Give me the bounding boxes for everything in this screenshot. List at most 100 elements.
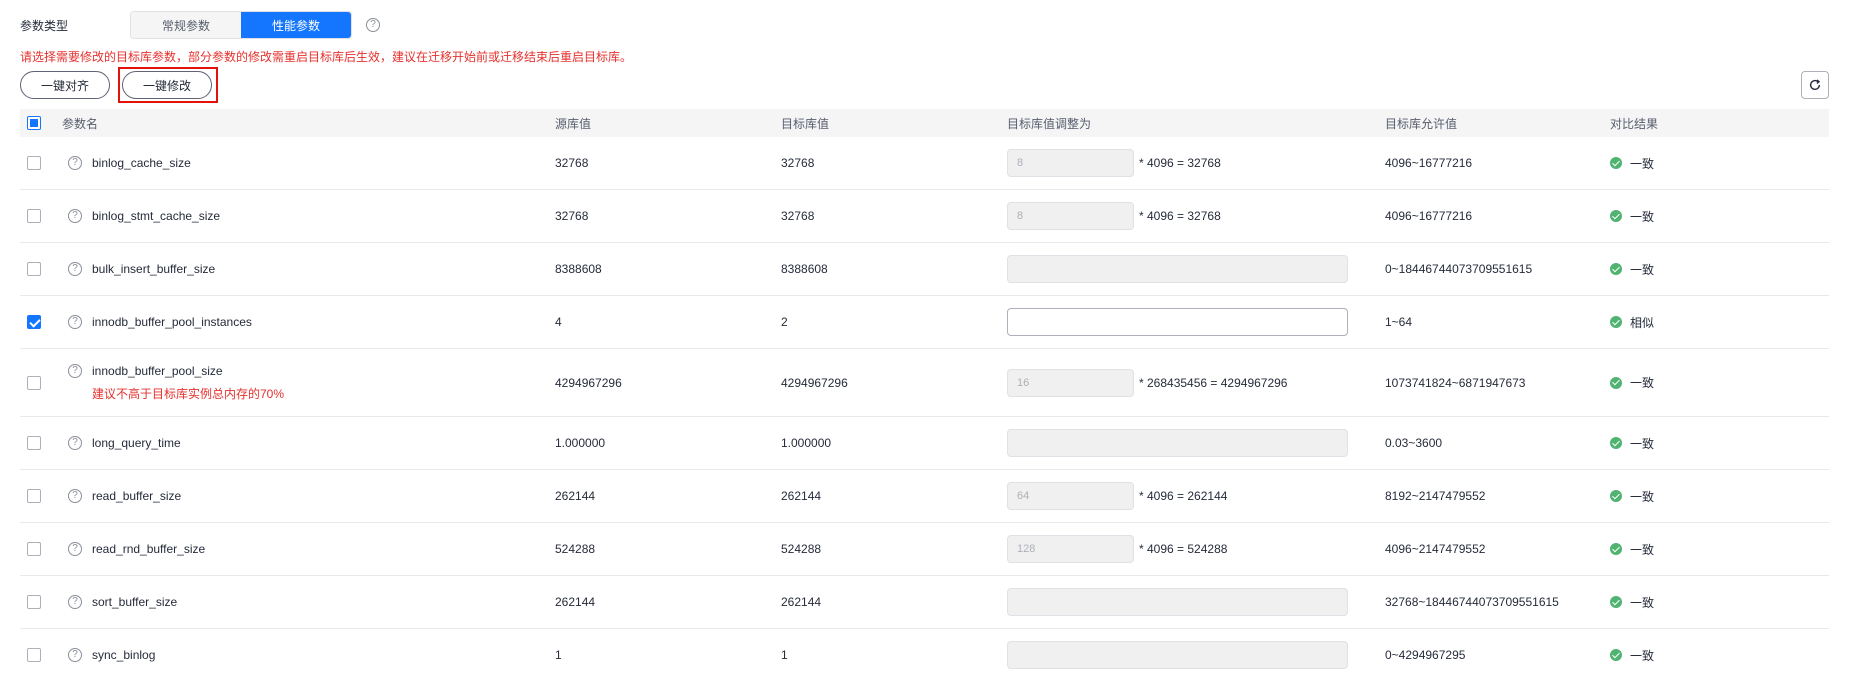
adjust-input[interactable]: 128 — [1007, 535, 1134, 563]
result-text: 一致 — [1630, 542, 1655, 557]
target-value: 524288 — [781, 542, 822, 556]
allowed-range: 0.03~3600 — [1385, 436, 1443, 450]
adjust-input[interactable] — [1007, 308, 1348, 336]
adjust-input[interactable] — [1007, 429, 1348, 457]
param-name: sort_buffer_size — [92, 595, 178, 609]
allowed-range: 1073741824~6871947673 — [1385, 375, 1526, 390]
adjust-input[interactable]: 8 — [1007, 202, 1134, 230]
row-checkbox[interactable] — [27, 209, 41, 223]
result-text: 一致 — [1630, 648, 1655, 663]
target-value: 4294967296 — [781, 375, 848, 390]
check-circle-icon — [1610, 437, 1622, 449]
param-name: bulk_insert_buffer_size — [92, 262, 216, 276]
source-value: 4 — [555, 315, 562, 329]
check-circle-icon — [1610, 316, 1622, 328]
result-text: 一致 — [1630, 376, 1655, 390]
table-row: ? long_query_time 1.000000 1.000000 0.03~360… — [20, 417, 1829, 470]
table-row: ? read_buffer_size 262144 262144 64 * 4096 = … — [20, 470, 1829, 523]
result-text: 一致 — [1630, 595, 1655, 610]
check-circle-icon — [1610, 210, 1622, 222]
source-value: 262144 — [555, 595, 596, 609]
check-circle-icon — [1610, 263, 1622, 275]
help-icon[interactable]: ? — [68, 542, 82, 556]
help-icon[interactable]: ? — [68, 595, 82, 609]
help-icon[interactable]: ? — [68, 648, 82, 662]
adjust-input[interactable] — [1007, 641, 1348, 669]
table-row: ? binlog_stmt_cache_size 32768 32768 8 * 4096… — [20, 190, 1829, 243]
align-all-button[interactable]: 一键对齐 — [20, 71, 110, 99]
table-row: ? bulk_insert_buffer_size 8388608 8388608 0~… — [20, 243, 1829, 296]
row-checkbox[interactable] — [27, 436, 41, 450]
row-checkbox[interactable] — [27, 595, 41, 609]
source-value: 524288 — [555, 542, 596, 556]
param-warning: 建议不高于目标库实例总内存的70% — [92, 386, 285, 401]
header-source: 源库值 — [555, 116, 592, 131]
table-row: ? innodb_buffer_pool_size 建议不高于目标库实例总内存的70… — [20, 349, 1829, 417]
help-icon[interactable]: ? — [68, 489, 82, 503]
param-name: read_buffer_size — [92, 489, 182, 503]
adjust-input[interactable]: 16 — [1007, 368, 1134, 397]
adjust-input[interactable] — [1007, 255, 1348, 283]
header-target: 目标库值 — [781, 116, 830, 131]
param-table: 参数名 源库值 目标库值 目标库值调整为 目标库允许值 对比结果 ? binlog… — [20, 109, 1829, 676]
param-name: binlog_stmt_cache_size — [92, 209, 221, 223]
row-checkbox[interactable] — [27, 542, 41, 556]
row-checkbox[interactable] — [27, 262, 41, 276]
tab-performance-params[interactable]: 性能参数 — [241, 12, 351, 38]
check-circle-icon — [1610, 649, 1622, 661]
param-name: innodb_buffer_pool_instances — [92, 315, 252, 329]
action-buttons: 一键对齐 一键修改 — [20, 71, 212, 99]
help-icon[interactable]: ? — [68, 156, 82, 170]
allowed-range: 4096~2147479552 — [1385, 542, 1486, 556]
source-value: 1 — [555, 648, 562, 662]
check-circle-icon — [1610, 376, 1622, 389]
target-value: 32768 — [781, 209, 815, 223]
source-value: 1.000000 — [555, 436, 606, 450]
modify-all-button[interactable]: 一键修改 — [122, 71, 212, 99]
source-value: 8388608 — [555, 262, 602, 276]
table-row: ? innodb_buffer_pool_instances 4 2 1~64 相似 — [20, 296, 1829, 349]
row-checkbox[interactable] — [27, 489, 41, 503]
help-icon[interactable]: ? — [68, 363, 82, 378]
param-name: long_query_time — [92, 436, 181, 450]
check-circle-icon — [1610, 490, 1622, 502]
table-row: ? sort_buffer_size 262144 262144 32768~18446… — [20, 576, 1829, 629]
help-icon[interactable]: ? — [68, 262, 82, 276]
allowed-range: 4096~16777216 — [1385, 156, 1473, 170]
param-name: sync_binlog — [92, 648, 156, 662]
row-checkbox[interactable] — [27, 648, 41, 662]
refresh-icon — [1809, 79, 1821, 91]
result-text: 一致 — [1630, 156, 1655, 171]
help-icon[interactable]: ? — [68, 436, 82, 450]
adjust-input[interactable] — [1007, 588, 1348, 616]
restart-notice: 请选择需要修改的目标库参数，部分参数的修改需重启目标库后生效，建议在迁移开始前或… — [20, 50, 633, 64]
header-adjust: 目标库值调整为 — [1007, 116, 1092, 131]
source-value: 4294967296 — [555, 375, 622, 390]
tab-general-params[interactable]: 常规参数 — [131, 12, 241, 38]
row-checkbox[interactable] — [27, 156, 41, 170]
adjust-input[interactable]: 8 — [1007, 149, 1134, 177]
header-result: 对比结果 — [1610, 116, 1659, 131]
help-icon[interactable]: ? — [366, 18, 380, 32]
target-value: 262144 — [781, 595, 822, 609]
adjust-input[interactable]: 64 — [1007, 482, 1134, 510]
help-icon[interactable]: ? — [68, 315, 82, 329]
table-body: ? binlog_cache_size 32768 32768 8 * 4096 = 32… — [20, 137, 1829, 676]
select-all-checkbox[interactable] — [27, 116, 41, 130]
target-value: 1 — [781, 648, 788, 662]
param-name: binlog_cache_size — [92, 156, 191, 170]
adjust-formula: * 4096 = 32768 — [1139, 156, 1221, 170]
refresh-button[interactable] — [1801, 71, 1829, 99]
row-checkbox[interactable] — [27, 315, 41, 329]
help-icon[interactable]: ? — [68, 209, 82, 223]
result-text: 一致 — [1630, 436, 1655, 451]
target-value: 2 — [781, 315, 788, 329]
table-row: ? sync_binlog 1 1 0~4294967295 一致 — [20, 629, 1829, 676]
param-type-switch: 常规参数 性能参数 — [130, 11, 352, 39]
allowed-range: 8192~2147479552 — [1385, 489, 1486, 503]
result-text: 相似 — [1630, 315, 1655, 330]
allowed-range: 4096~16777216 — [1385, 209, 1473, 223]
row-checkbox[interactable] — [27, 375, 41, 390]
source-value: 32768 — [555, 209, 589, 223]
check-circle-icon — [1610, 596, 1622, 608]
